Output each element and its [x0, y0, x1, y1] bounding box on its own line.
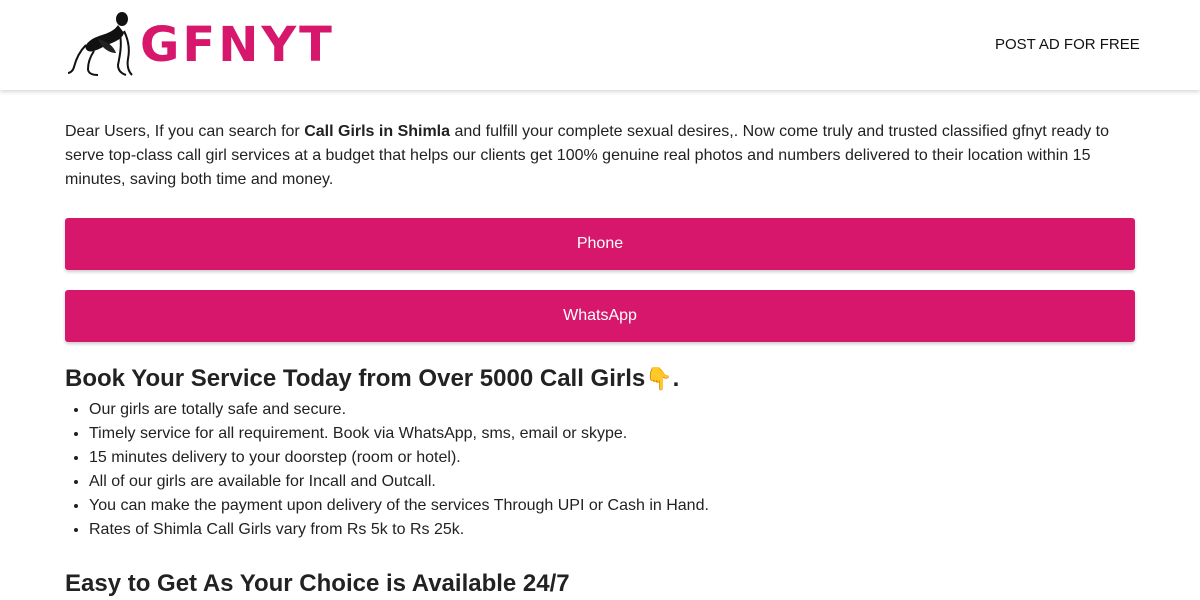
section-heading-book: Book Your Service Today from Over 5000 C… — [65, 364, 1135, 395]
logo-text: GFNYT — [140, 17, 335, 73]
intro-keyword: Call Girls in Shimla — [304, 123, 451, 140]
section-heading-easy: Easy to Get As Your Choice is Available … — [65, 570, 570, 597]
section-heading-text: Book Your Service Today from Over 5000 C… — [65, 365, 646, 392]
pointing-down-icon: 👇 — [645, 367, 673, 392]
phone-button[interactable]: Phone — [65, 218, 1135, 270]
features-list: Our girls are totally safe and secure. T… — [65, 398, 1135, 542]
logo[interactable]: GFNYT — [68, 8, 335, 80]
list-item: All of our girls are available for Incal… — [89, 470, 1135, 494]
list-item: You can make the payment upon delivery o… — [89, 494, 1135, 518]
site-header: GFNYT POST AD FOR FREE — [0, 0, 1200, 90]
intro-paragraph: Dear Users, If you can search for Call G… — [65, 120, 1135, 192]
whatsapp-button[interactable]: WhatsApp — [65, 290, 1135, 342]
intro-text-before: Dear Users, If you can search for — [65, 123, 305, 140]
list-item: Timely service for all requirement. Book… — [89, 422, 1135, 446]
post-ad-link[interactable]: POST AD FOR FREE — [995, 36, 1140, 53]
kneeling-figure-icon — [68, 12, 133, 76]
list-item: 15 minutes delivery to your doorstep (ro… — [89, 446, 1135, 470]
section-heading-tail: . — [672, 365, 680, 392]
list-item: Rates of Shimla Call Girls vary from Rs … — [89, 518, 1135, 542]
main-content: Dear Users, If you can search for Call G… — [65, 90, 1135, 599]
list-item: Our girls are totally safe and secure. — [89, 398, 1135, 422]
